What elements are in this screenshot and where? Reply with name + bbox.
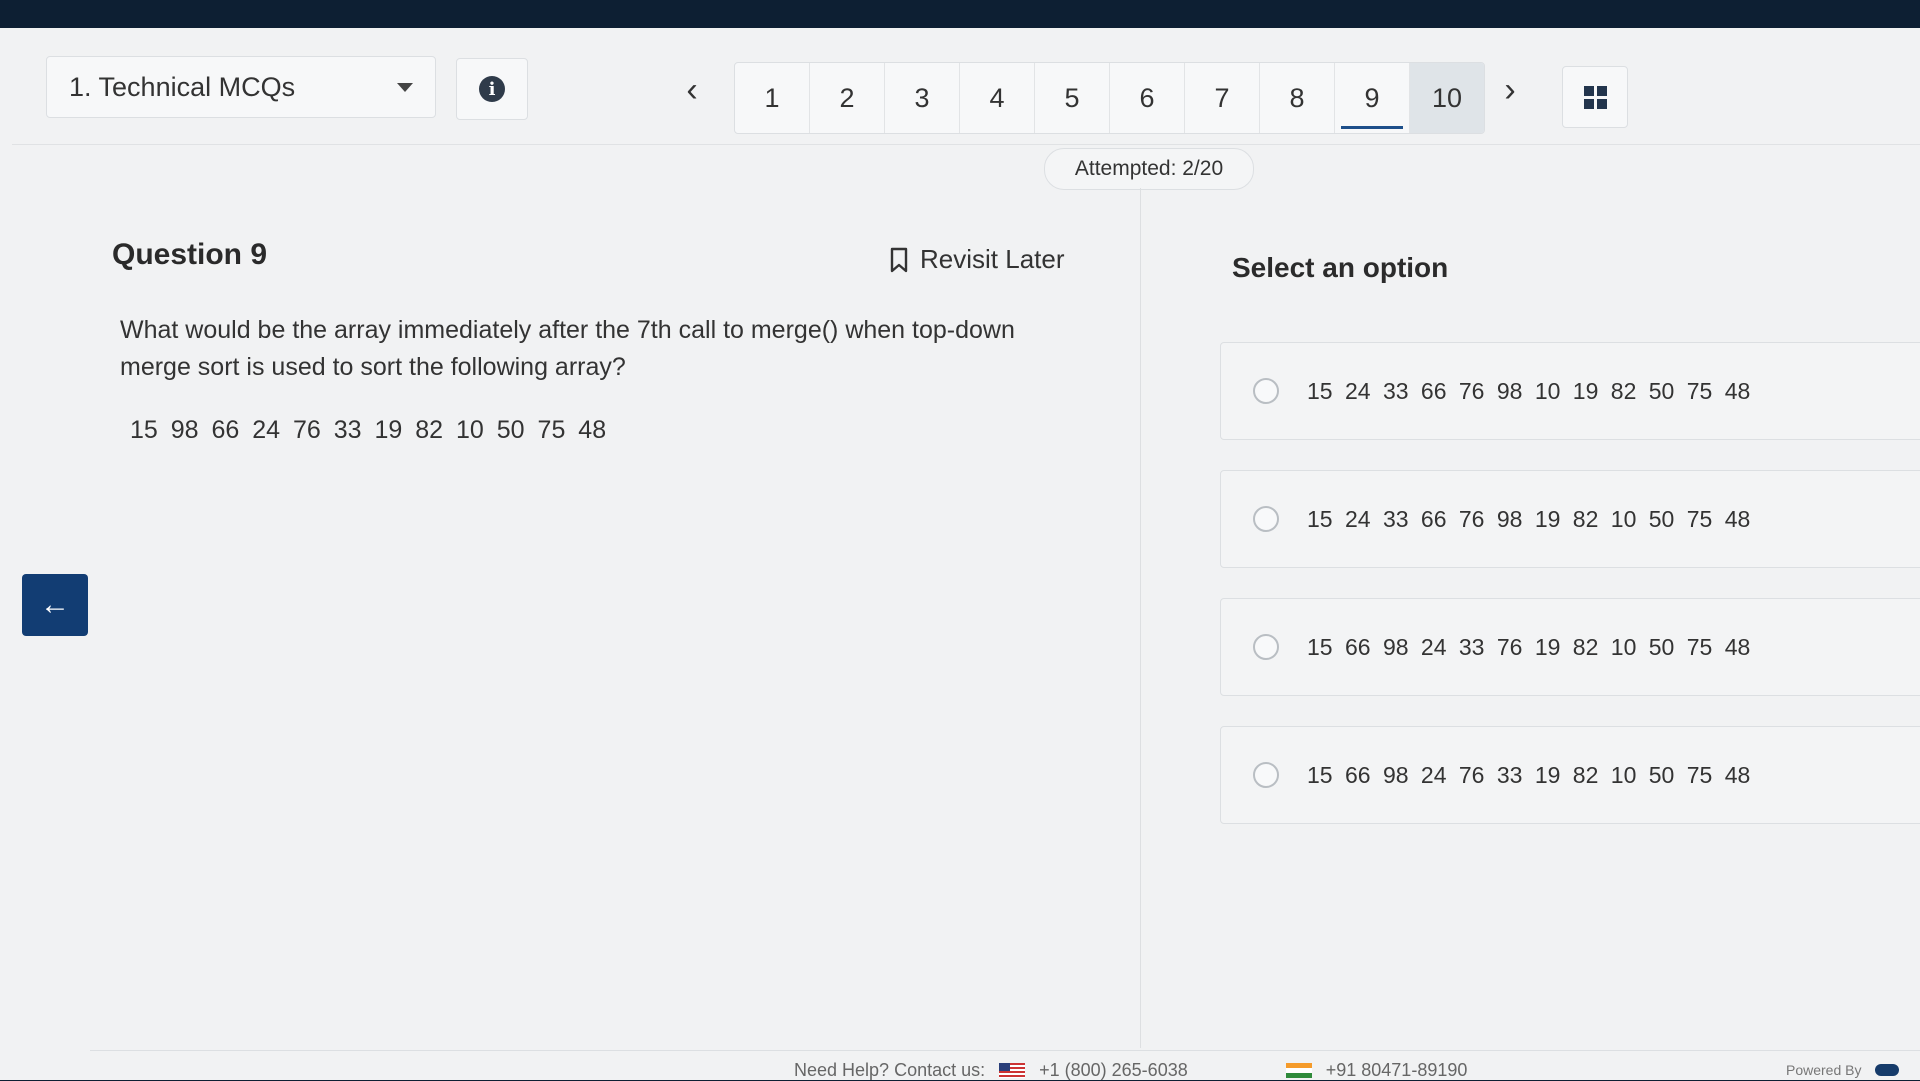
option-label: 15 66 98 24 33 76 19 82 10 50 75 48: [1307, 633, 1751, 660]
radio-button[interactable]: [1253, 634, 1279, 660]
bookmark-icon: [890, 247, 908, 272]
us-flag-icon: [999, 1063, 1026, 1078]
help-contacts: Need Help? Contact us: +1 (800) 265-6038…: [794, 1060, 1467, 1081]
question-array: 15 98 66 24 76 33 19 82 10 50 75 48: [130, 416, 607, 444]
us-phone-link[interactable]: +1 (800) 265-6038: [1039, 1060, 1188, 1081]
page-button-1[interactable]: 1: [735, 63, 810, 133]
page-button-10[interactable]: 10: [1410, 63, 1484, 133]
option-d[interactable]: 15 66 98 24 76 33 19 82 10 50 75 48: [1220, 726, 1920, 824]
header-divider: [12, 144, 1920, 145]
page-button-6[interactable]: 6: [1110, 63, 1185, 133]
option-label: 15 24 33 66 76 98 10 19 82 50 75 48: [1307, 377, 1751, 404]
option-label: 15 24 33 66 76 98 19 82 10 50 75 48: [1307, 505, 1751, 532]
powered-by-label: Powered By: [1786, 1062, 1862, 1078]
question-grid-button[interactable]: [1562, 66, 1628, 128]
help-label: Need Help? Contact us:: [794, 1060, 986, 1080]
question-text: What would be the array immediately afte…: [120, 316, 1015, 381]
collapse-panel-button[interactable]: ←: [22, 574, 88, 636]
option-a[interactable]: 15 24 33 66 76 98 10 19 82 50 75 48: [1220, 342, 1920, 440]
india-flag-icon: [1285, 1063, 1312, 1078]
radio-button[interactable]: [1253, 506, 1279, 532]
page-button-2[interactable]: 2: [810, 63, 885, 133]
india-phone-link[interactable]: +91 80471-89190: [1326, 1060, 1468, 1081]
brand-logo-icon: [1875, 1064, 1900, 1076]
chevron-left-icon: ‹: [686, 70, 698, 109]
radio-button[interactable]: [1253, 378, 1279, 404]
options-heading: Select an option: [1232, 252, 1449, 283]
chevron-down-icon: [397, 83, 413, 92]
question-pane: Question 9 Revisit Later What would be t…: [0, 168, 1136, 1048]
revisit-later-label: Revisit Later: [920, 244, 1065, 274]
page-button-4[interactable]: 4: [960, 63, 1035, 133]
question-title: Question 9: [112, 238, 268, 271]
options-pane: Select an option 15 24 33 66 76 98 10 19…: [1140, 168, 1920, 1048]
option-label: 15 66 98 24 76 33 19 82 10 50 75 48: [1307, 761, 1751, 788]
footer: Need Help? Contact us: +1 (800) 265-6038…: [0, 1058, 1920, 1080]
question-pager: 1 2 3 4 5 6 7 8 9 10: [734, 62, 1485, 134]
next-question-button[interactable]: ›: [1490, 68, 1530, 112]
option-c[interactable]: 15 66 98 24 33 76 19 82 10 50 75 48: [1220, 598, 1920, 696]
arrow-left-icon: ←: [40, 588, 70, 621]
info-icon: i: [479, 76, 505, 102]
assessment-screen: 1. Technical MCQs i ‹ 1 2 3 4 5 6 7 8 9 …: [0, 28, 1920, 1080]
info-button[interactable]: i: [456, 58, 528, 120]
page-button-9[interactable]: 9: [1335, 63, 1410, 133]
previous-question-button[interactable]: ‹: [672, 68, 712, 112]
section-dropdown[interactable]: 1. Technical MCQs: [46, 56, 436, 118]
page-button-8[interactable]: 8: [1260, 63, 1335, 133]
option-b[interactable]: 15 24 33 66 76 98 19 82 10 50 75 48: [1220, 470, 1920, 568]
page-button-7[interactable]: 7: [1185, 63, 1260, 133]
radio-button[interactable]: [1253, 762, 1279, 788]
chevron-right-icon: ›: [1504, 70, 1516, 109]
powered-by: Powered By: [1786, 1062, 1900, 1078]
page-button-3[interactable]: 3: [885, 63, 960, 133]
footer-divider: [90, 1050, 1920, 1051]
grid-icon: [1583, 85, 1607, 109]
section-dropdown-label: 1. Technical MCQs: [69, 71, 296, 102]
revisit-later-button[interactable]: Revisit Later: [890, 244, 1065, 275]
top-navigation-bar: 1. Technical MCQs i ‹ 1 2 3 4 5 6 7 8 9 …: [0, 28, 1920, 148]
page-button-5[interactable]: 5: [1035, 63, 1110, 133]
